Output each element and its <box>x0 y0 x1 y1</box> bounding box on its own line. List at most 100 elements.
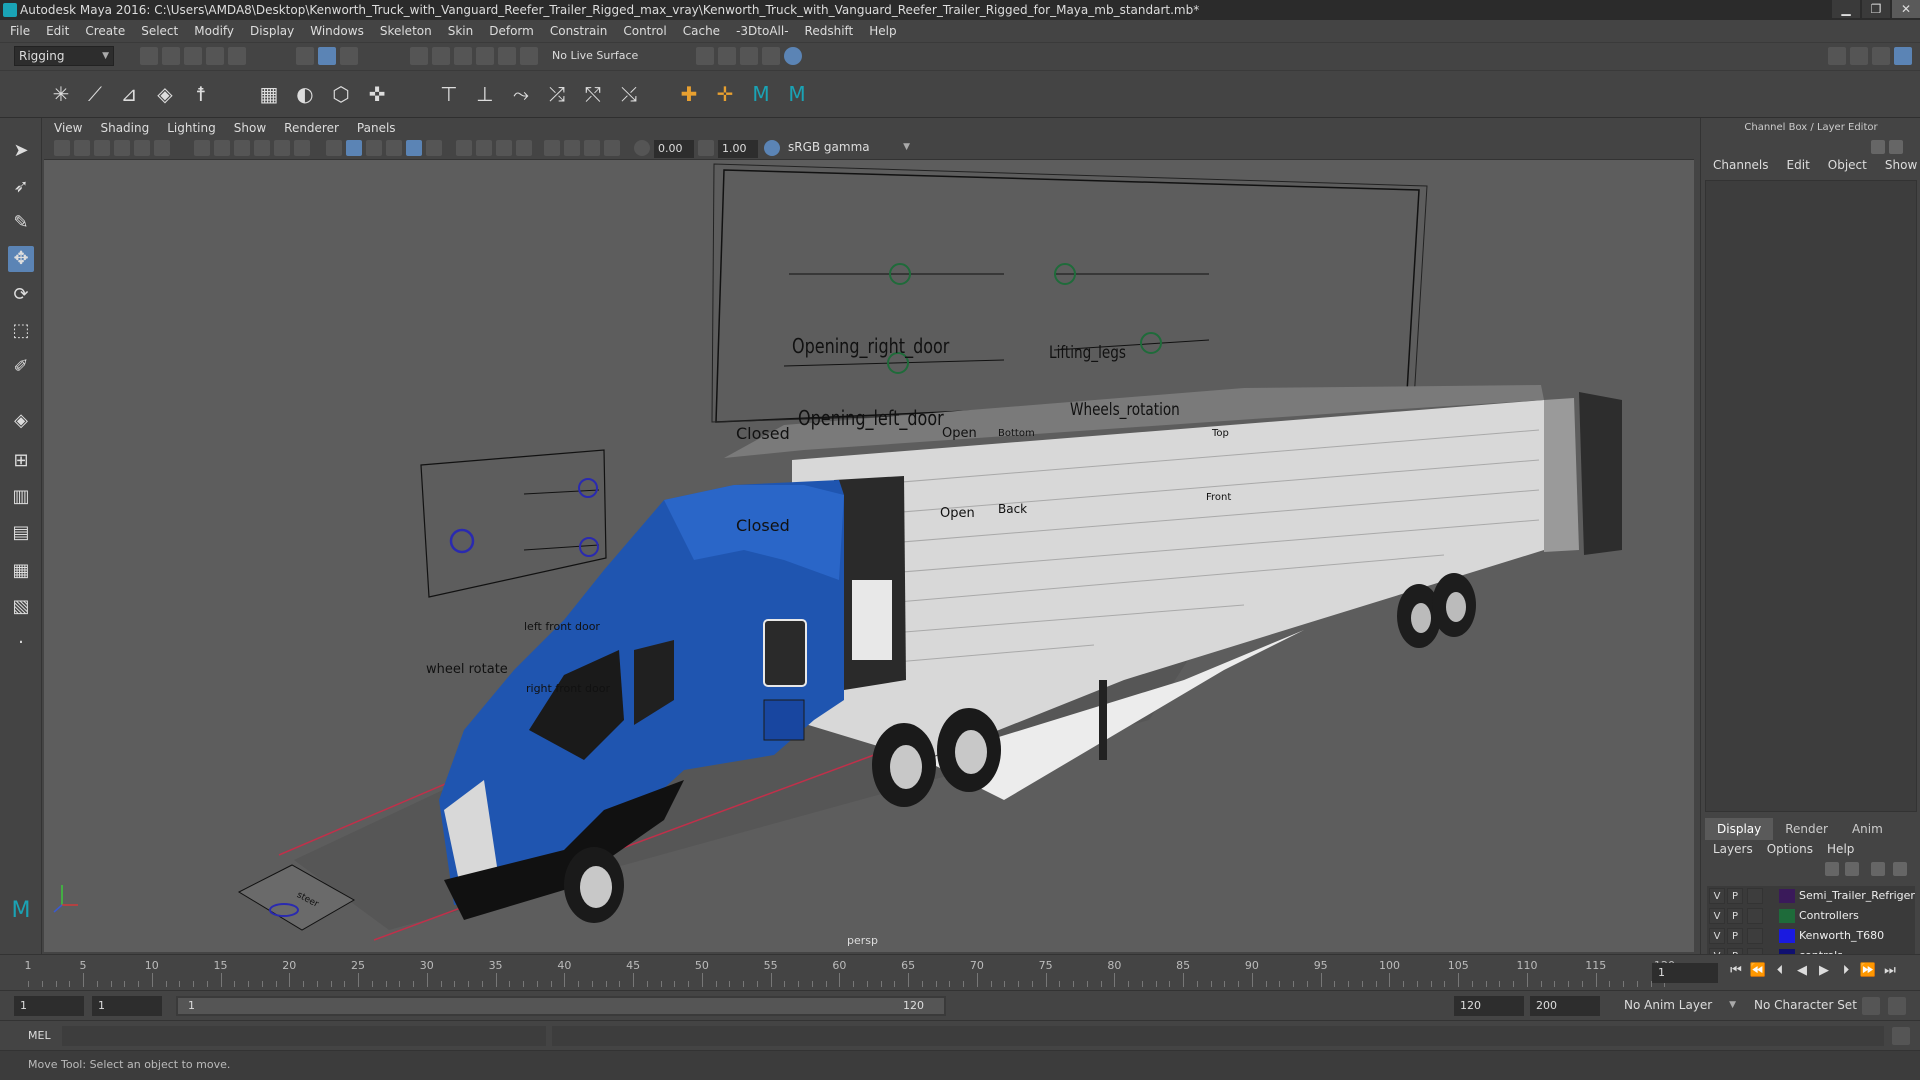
gamma-field[interactable]: 1.00 <box>718 140 758 158</box>
playback-start-field[interactable]: 1 <box>92 996 162 1016</box>
color-management-icon[interactable] <box>764 140 780 156</box>
select-tool-icon[interactable]: ➤ <box>8 138 34 164</box>
layer-row[interactable]: V P Controllers <box>1707 906 1915 926</box>
scale-tool-icon[interactable]: ⬚ <box>8 318 34 344</box>
xray-icon[interactable] <box>564 140 580 156</box>
isolate-select-icon[interactable] <box>544 140 560 156</box>
move-layer-up-icon[interactable] <box>1825 862 1839 876</box>
viewport-menu-renderer[interactable]: Renderer <box>284 121 339 135</box>
snap-point-icon[interactable] <box>454 47 472 65</box>
open-scene-icon[interactable] <box>162 47 180 65</box>
command-language-label[interactable]: MEL <box>28 1029 51 1042</box>
menu-create[interactable]: Create <box>85 24 125 38</box>
step-forward-frame-icon[interactable]: ⏵ <box>1835 963 1857 978</box>
options-menu[interactable]: Options <box>1767 842 1813 856</box>
cb-show-menu[interactable]: Show <box>1885 158 1917 172</box>
point-constraint-icon[interactable]: ✚ <box>676 81 702 107</box>
2d-pan-zoom-icon[interactable] <box>134 140 150 156</box>
paint-weights-icon[interactable]: ⤳ <box>508 81 534 107</box>
layer-visibility-toggle[interactable]: V <box>1709 928 1725 944</box>
viewport-menu-show[interactable]: Show <box>234 121 266 135</box>
wrap-icon[interactable]: ⬡ <box>328 81 354 107</box>
render-settings-icon[interactable] <box>696 47 714 65</box>
xray-joints-icon[interactable] <box>584 140 600 156</box>
playback-end-field[interactable]: 120 <box>1454 996 1524 1016</box>
camera-attributes-icon[interactable] <box>74 140 90 156</box>
close-button[interactable]: ✕ <box>1892 0 1920 18</box>
layer-playback-toggle[interactable]: P <box>1727 908 1743 924</box>
layer-help-menu[interactable]: Help <box>1827 842 1854 856</box>
menu-display[interactable]: Display <box>250 24 294 38</box>
mash-network-icon[interactable]: M <box>784 81 810 107</box>
menu-control[interactable]: Control <box>623 24 666 38</box>
channel-box-panel[interactable] <box>1705 180 1917 812</box>
new-layer-selected-icon[interactable] <box>1893 862 1907 876</box>
save-scene-icon[interactable] <box>184 47 202 65</box>
cb-object-menu[interactable]: Object <box>1828 158 1867 172</box>
select-component-icon[interactable] <box>340 47 358 65</box>
camera-select-icon[interactable] <box>54 140 70 156</box>
play-forward-icon[interactable]: ▶ <box>1813 963 1835 978</box>
rigid-bind-icon[interactable]: ⊥ <box>472 81 498 107</box>
gate-mask-icon[interactable] <box>254 140 270 156</box>
maya-home-icon[interactable]: M <box>8 898 34 924</box>
tab-render[interactable]: Render <box>1773 818 1840 840</box>
bookmark-icon[interactable] <box>94 140 110 156</box>
command-input[interactable] <box>62 1026 546 1046</box>
live-surface-label[interactable]: No Live Surface <box>552 49 638 62</box>
animation-preferences-icon[interactable] <box>1888 997 1906 1015</box>
layer-playback-toggle[interactable]: P <box>1727 928 1743 944</box>
channel-box-sync-icon[interactable] <box>1871 140 1885 154</box>
layers-menu[interactable]: Layers <box>1713 842 1753 856</box>
undo-icon[interactable] <box>206 47 224 65</box>
render-view-icon[interactable] <box>762 47 780 65</box>
menu-skeleton[interactable]: Skeleton <box>380 24 432 38</box>
layer-playback-toggle[interactable]: P <box>1727 888 1743 904</box>
four-view-icon[interactable]: ⊞ <box>8 448 34 474</box>
humanik-icon[interactable]: ☨ <box>188 81 214 107</box>
menu-edit[interactable]: Edit <box>46 24 69 38</box>
layer-visibility-toggle[interactable]: V <box>1709 888 1725 904</box>
redo-icon[interactable] <box>228 47 246 65</box>
tab-anim[interactable]: Anim <box>1840 818 1895 840</box>
viewport-persp[interactable]: Opening_right_door Lifting_legs Opening_… <box>44 160 1694 952</box>
menu-windows[interactable]: Windows <box>310 24 364 38</box>
menu-constrain[interactable]: Constrain <box>550 24 608 38</box>
attribute-editor-icon[interactable] <box>1850 47 1868 65</box>
blend-shape-icon[interactable]: ✜ <box>364 81 390 107</box>
new-layer-icon[interactable] <box>1871 862 1885 876</box>
layer-color-swatch[interactable] <box>1779 909 1795 923</box>
lattice-icon[interactable]: ▦ <box>256 81 282 107</box>
lasso-tool-icon[interactable]: ➶ <box>8 174 34 200</box>
mirror-weights-icon[interactable]: ⤮ <box>544 81 570 107</box>
channel-box-settings-icon[interactable] <box>1889 140 1903 154</box>
ambient-occlusion-icon[interactable] <box>476 140 492 156</box>
go-to-start-icon[interactable]: ⏮ <box>1725 963 1747 978</box>
menu-cache[interactable]: Cache <box>683 24 720 38</box>
time-slider[interactable]: 1 5 10 15 20 25 30 35 40 45 50 55 60 65 70 75 80 85 90 95 1… <box>0 954 1920 990</box>
snap-surface-icon[interactable] <box>498 47 516 65</box>
use-all-lights-icon[interactable] <box>426 140 442 156</box>
range-slider[interactable]: 1 120 <box>176 996 946 1016</box>
character-set-dropdown[interactable]: No Character Set <box>1750 996 1860 1016</box>
move-layer-down-icon[interactable] <box>1845 862 1859 876</box>
step-back-key-icon[interactable]: ⏪ <box>1747 963 1769 978</box>
cluster-icon[interactable]: ◐ <box>292 81 318 107</box>
insert-joint-icon[interactable]: ◈ <box>152 81 178 107</box>
single-perspective-icon[interactable]: ◈ <box>8 408 34 434</box>
select-object-icon[interactable] <box>318 47 336 65</box>
smooth-bind-icon[interactable]: ⊤ <box>436 81 462 107</box>
safe-action-icon[interactable] <box>294 140 310 156</box>
layer-visibility-toggle[interactable]: V <box>1709 908 1725 924</box>
default-material-icon[interactable] <box>386 140 402 156</box>
shadows-icon[interactable] <box>456 140 472 156</box>
add-influence-icon[interactable]: ⤯ <box>616 81 642 107</box>
modeling-toolkit-icon[interactable] <box>1828 47 1846 65</box>
viewport-menu-lighting[interactable]: Lighting <box>167 121 216 135</box>
tab-display[interactable]: Display <box>1705 818 1774 840</box>
select-hierarchy-icon[interactable] <box>296 47 314 65</box>
paint-select-icon[interactable]: ✎ <box>8 210 34 236</box>
play-backward-icon[interactable]: ◀ <box>1791 963 1813 978</box>
grid-toggle-icon[interactable] <box>194 140 210 156</box>
last-tool-icon[interactable]: ✐ <box>8 354 34 380</box>
